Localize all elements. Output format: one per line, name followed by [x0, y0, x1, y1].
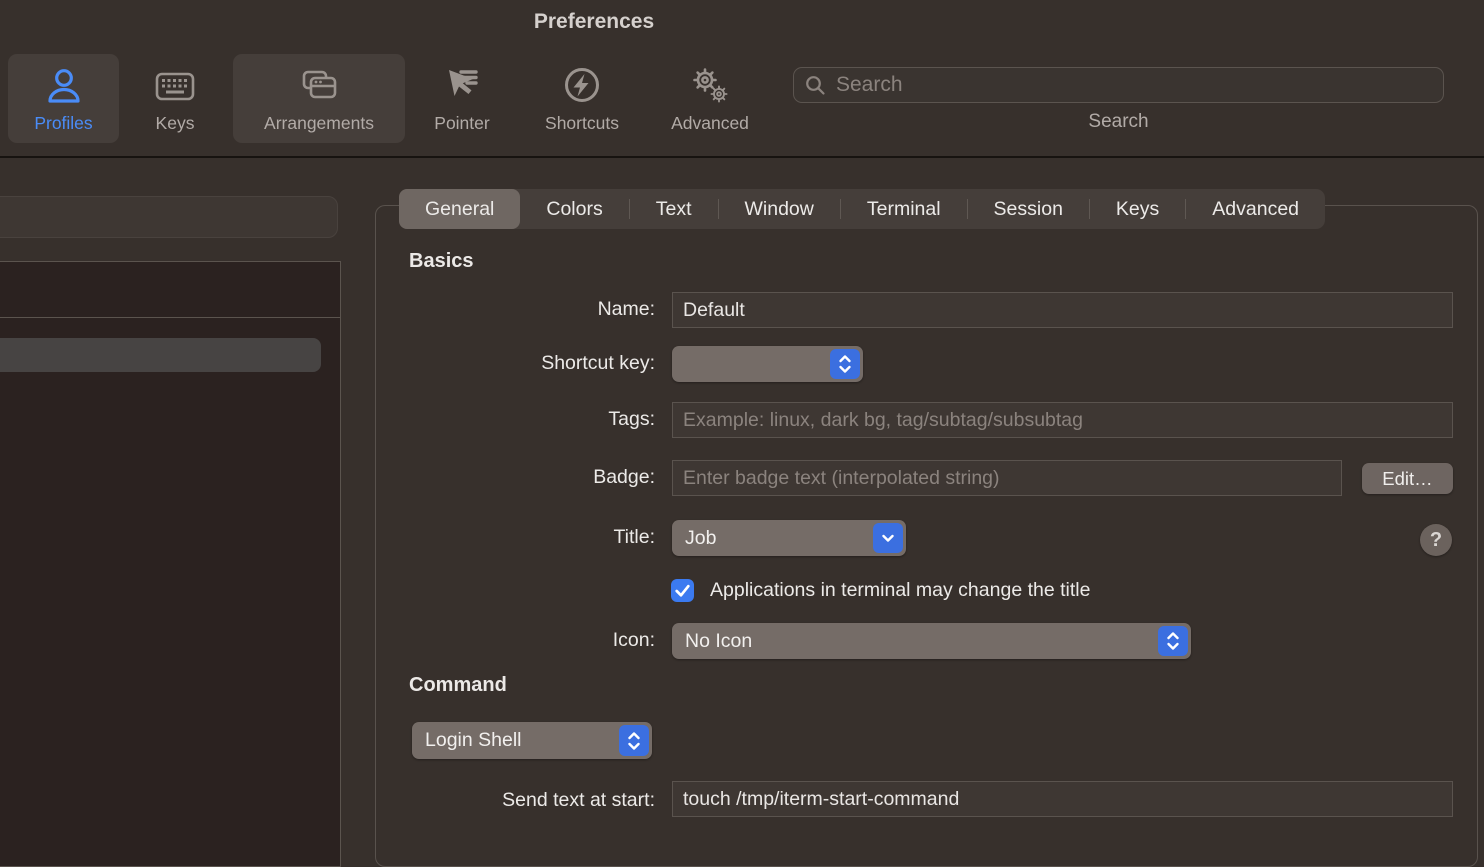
- basics-section-header: Basics: [409, 250, 474, 273]
- stepper-chevrons-icon: [1158, 626, 1188, 656]
- search-caption: Search: [793, 111, 1444, 133]
- toolbar-divider: [0, 156, 1484, 158]
- toolbar-item-profiles[interactable]: Profiles: [8, 54, 119, 143]
- tab-text[interactable]: Text: [630, 189, 718, 229]
- chevron-down-icon: [873, 523, 903, 553]
- title-popup-value: Job: [685, 527, 716, 550]
- toolbar-item-label: Advanced: [671, 115, 749, 133]
- pointer-cursor-icon: [440, 61, 484, 113]
- command-section-header: Command: [409, 674, 507, 697]
- search-icon: [804, 74, 827, 97]
- tab-advanced[interactable]: Advanced: [1186, 189, 1325, 229]
- tags-field[interactable]: [672, 402, 1453, 438]
- name-field[interactable]: [672, 292, 1453, 328]
- tab-window[interactable]: Window: [719, 189, 840, 229]
- toolbar-item-label: Pointer: [434, 115, 489, 133]
- command-type-popup[interactable]: Login Shell: [412, 722, 652, 759]
- windows-icon: [297, 61, 341, 113]
- badge-label: Badge:: [305, 466, 655, 489]
- title-change-checkbox-label: Applications in terminal may change the …: [710, 579, 1090, 602]
- toolbar-item-label: Arrangements: [264, 115, 374, 133]
- checkmark-icon: [671, 579, 694, 602]
- shortcut-key-label: Shortcut key:: [305, 352, 655, 375]
- name-label: Name:: [305, 298, 655, 321]
- keyboard-icon: [153, 61, 197, 113]
- name-input[interactable]: [673, 293, 1452, 327]
- toolbar-item-keys[interactable]: Keys: [139, 54, 211, 143]
- send-text-input[interactable]: [673, 782, 1452, 816]
- tab-terminal[interactable]: Terminal: [841, 189, 967, 229]
- profiles-person-icon: [42, 61, 86, 113]
- send-text-label: Send text at start:: [305, 789, 655, 812]
- toolbar-item-label: Keys: [156, 115, 195, 133]
- toolbar-search-field[interactable]: [793, 67, 1444, 103]
- tags-label: Tags:: [305, 408, 655, 431]
- gears-icon: [688, 61, 732, 113]
- tags-input[interactable]: [673, 403, 1452, 437]
- lightning-bolt-icon: [560, 61, 604, 113]
- stepper-chevrons-icon: [830, 349, 860, 379]
- title-popup[interactable]: Job: [672, 520, 906, 556]
- profiles-list: [0, 261, 341, 867]
- title-label: Title:: [305, 526, 655, 549]
- toolbar-item-shortcuts[interactable]: Shortcuts: [527, 54, 637, 143]
- send-text-field[interactable]: [672, 781, 1453, 817]
- toolbar-item-pointer[interactable]: Pointer: [417, 54, 507, 143]
- shortcut-key-popup[interactable]: [672, 346, 863, 382]
- profiles-list-header-divider: [0, 317, 340, 318]
- badge-field[interactable]: [672, 460, 1342, 496]
- badge-edit-button[interactable]: Edit…: [1362, 463, 1453, 494]
- toolbar-item-arrangements[interactable]: Arrangements: [233, 54, 405, 143]
- profiles-list-selected-row[interactable]: [0, 338, 321, 372]
- icon-label: Icon:: [305, 629, 655, 652]
- help-button[interactable]: ?: [1420, 524, 1452, 556]
- toolbar-item-label: Profiles: [34, 115, 92, 133]
- title-change-checkbox[interactable]: [671, 579, 694, 602]
- search-input[interactable]: [836, 73, 1433, 97]
- window-title: Preferences: [0, 10, 1188, 34]
- icon-popup[interactable]: No Icon: [672, 623, 1191, 659]
- badge-input[interactable]: [673, 461, 1341, 495]
- profile-tab-bar: General Colors Text Window Terminal Sess…: [399, 189, 1325, 229]
- profiles-filter-field[interactable]: [0, 196, 338, 238]
- toolbar-item-advanced[interactable]: Advanced: [654, 54, 766, 143]
- icon-popup-value: No Icon: [685, 630, 752, 653]
- tab-session[interactable]: Session: [968, 189, 1089, 229]
- toolbar-item-label: Shortcuts: [545, 115, 619, 133]
- command-type-value: Login Shell: [425, 729, 522, 752]
- tab-colors[interactable]: Colors: [520, 189, 628, 229]
- tab-keys[interactable]: Keys: [1090, 189, 1185, 229]
- tab-general[interactable]: General: [399, 189, 520, 229]
- stepper-chevrons-icon: [619, 725, 649, 756]
